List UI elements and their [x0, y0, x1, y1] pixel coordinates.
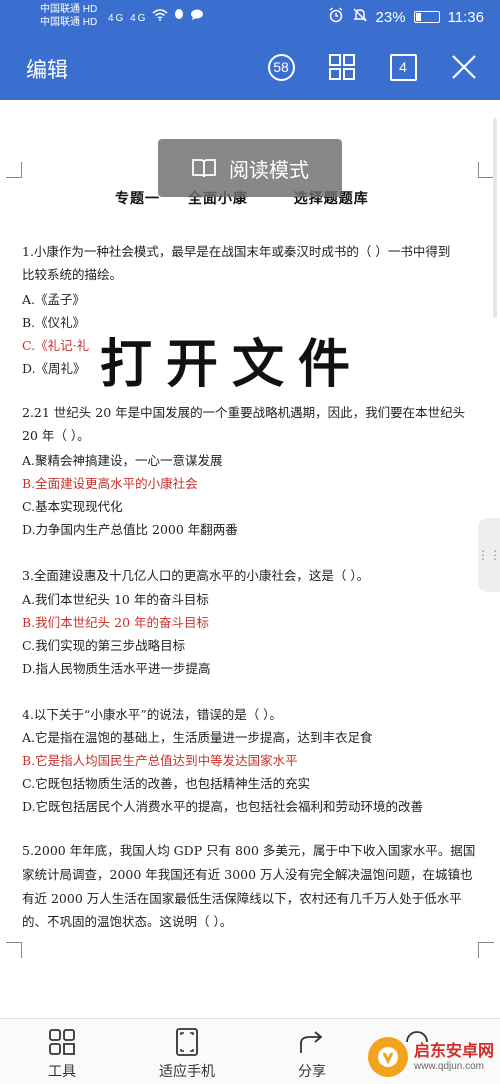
- document-line: 比较系统的描绘。: [22, 267, 123, 282]
- fit-phone-label: 适应手机: [159, 1063, 215, 1079]
- fit-phone-button[interactable]: 适应手机: [142, 1027, 232, 1081]
- book-icon: [192, 159, 216, 178]
- carrier-1: 中国联通 HD: [40, 4, 98, 15]
- page-count-button[interactable]: 58: [266, 52, 296, 82]
- close-icon: [452, 55, 476, 79]
- grid-icon: [329, 54, 355, 80]
- clock: 11:36: [447, 8, 484, 26]
- page-corner-mark: [478, 942, 494, 958]
- document-line: C.《礼记·礼: [22, 338, 90, 353]
- status-right: 23% 11:36: [328, 7, 484, 27]
- page-corner-mark: [6, 942, 22, 958]
- edit-button[interactable]: 编辑: [26, 54, 68, 84]
- tab-count-button[interactable]: 4: [388, 52, 418, 82]
- watermark-url: www.qdjun.com: [413, 1060, 485, 1072]
- document-view[interactable]: 专题一 全面小康 选择题题库 1.小康作为一种社会模式，最早是在战国末年或秦汉时…: [0, 100, 500, 1018]
- share-icon: [300, 1031, 323, 1053]
- page-corner-mark: [478, 162, 494, 178]
- signal-label: 4G 4G: [108, 13, 148, 24]
- watermark-name: 启东安卓网: [413, 1042, 494, 1060]
- document-line: D.它既包括居民个人消费水平的提高，也包括社会福利和劳动环境的改善: [22, 799, 424, 814]
- document-line: A.聚精会神搞建设，一心一意谋发展: [22, 453, 223, 468]
- tools-button[interactable]: 工具: [17, 1027, 107, 1081]
- wifi-icon: [152, 9, 173, 24]
- page-corner-mark: [6, 162, 22, 178]
- document-line: 5.2000 年年底，我国人均 GDP 只有 800 多美元，属于中下收入国家水…: [22, 843, 476, 858]
- document-line: 有近 2000 万人生活在国家最低生活保障线以下，农村还有几千万人处于低水平: [22, 891, 462, 906]
- reading-mode-button[interactable]: 阅读模式: [158, 139, 342, 197]
- document-line: 的、不巩固的温饱状态。这说明（ ）。: [22, 914, 233, 929]
- document-line: C.我们实现的第三步战略目标: [22, 638, 186, 653]
- document-line: 家统计局调查，2000 年我国还有近 3000 万人没有完全解决温饱问题，在城镇…: [22, 867, 473, 882]
- document-line: D.《周礼》: [22, 361, 86, 376]
- document-line: 1.小康作为一种社会模式，最早是在战国末年或秦汉时成书的（ ）一书中得到: [22, 244, 451, 259]
- document-line: A.它是指在温饱的基础上，生活质量进一步提高，达到丰衣足食: [22, 730, 373, 745]
- document-line: A.《孟子》: [22, 292, 86, 307]
- battery-percent: 23%: [375, 8, 406, 26]
- watermark-logo-icon: [367, 1037, 408, 1077]
- close-button[interactable]: [449, 52, 479, 82]
- document-line: 20 年（ ）。: [22, 428, 90, 443]
- title-part: 专题一: [115, 191, 160, 207]
- document-line: 4.以下关于“小康水平”的说法，错误的是（ ）。: [22, 707, 282, 722]
- mute-icon: [352, 7, 368, 27]
- carrier-info: 中国联通 HD 中国联通 HD: [40, 3, 97, 29]
- signal-icons: 4G 4G: [108, 8, 204, 24]
- tab-count-badge: 4: [389, 53, 417, 81]
- tools-label: 工具: [48, 1063, 76, 1079]
- status-bar: 中国联通 HD 中国联通 HD 4G 4G 23% 11:36: [0, 0, 500, 34]
- open-file-overlay: 打开文件: [100, 335, 365, 395]
- document-line: B.我们本世纪头 20 年的奋斗目标: [22, 615, 210, 630]
- chat-icon: [190, 9, 204, 24]
- share-label: 分享: [298, 1063, 326, 1079]
- top-toolbar: 编辑 58 4: [0, 34, 500, 100]
- document-line: A.我们本世纪头 10 年的奋斗目标: [22, 592, 209, 607]
- document-line: B.《仪礼》: [22, 315, 86, 330]
- document-line: 2.21 世纪头 20 年是中国发展的一个重要战略机遇期，因此，我们要在本世纪头: [22, 405, 466, 420]
- reading-mode-label: 阅读模式: [229, 159, 309, 182]
- document-line: C.基本实现现代化: [22, 499, 123, 514]
- document-line: D.指人民物质生活水平进一步提高: [22, 661, 211, 676]
- document-line: B.它是指人均国民生产总值达到中等发达国家水平: [22, 753, 298, 768]
- document-line: C.它既包括物质生活的改善，也包括精神生活的充实: [22, 776, 311, 791]
- share-button[interactable]: 分享: [267, 1027, 357, 1081]
- carrier-2: 中国联通 HD: [40, 17, 98, 28]
- battery-fill: [415, 13, 422, 21]
- qq-icon: [173, 9, 190, 24]
- watermark: 启东安卓网 www.qdjun.com: [367, 1034, 494, 1080]
- alarm-icon: [328, 7, 344, 27]
- side-drawer-handle[interactable]: ⋮⋮: [477, 518, 500, 592]
- document-line: 3.全面建设惠及十几亿人口的更高水平的小康社会，这是（ ）。: [22, 568, 370, 583]
- fit-screen-icon: [176, 1028, 198, 1056]
- grid-view-button[interactable]: [327, 52, 357, 82]
- page-count-badge: 58: [267, 53, 295, 81]
- battery-icon: [413, 11, 440, 23]
- tools-icon: [49, 1029, 75, 1055]
- scrollbar[interactable]: [493, 118, 497, 318]
- document-line: B.全面建设更高水平的小康社会: [22, 476, 198, 491]
- document-line: D.力争国内生产总值比 2000 年翻两番: [22, 522, 238, 537]
